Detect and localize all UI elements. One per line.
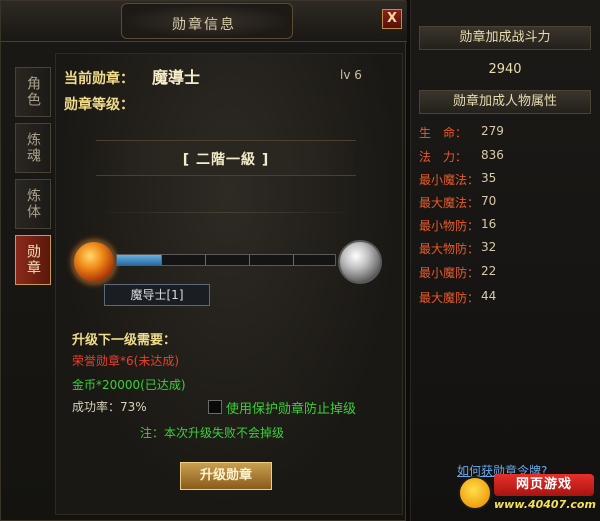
success-rate: 成功率：73% [72,400,147,414]
requirement-gold: 金币*20000(已达成) [72,378,186,392]
fire-orb-icon [72,240,116,284]
mascot-icon [458,476,492,510]
current-medal-label: 当前勋章： [64,71,134,87]
progress-fill [117,255,161,265]
progress-tick [293,255,294,265]
attr-name: 最小物防： [419,219,480,233]
watermark-url: www.40407.com [494,498,596,511]
medal-level-label: 勋章等级： [64,97,134,113]
medal-level: lv 6 [340,68,362,82]
protect-checkbox[interactable] [208,400,222,414]
attr-name: 最小魔法： [419,173,480,187]
medal-name: 魔導士 [152,68,201,87]
progress-tick [205,255,206,265]
attr-value: 279 [481,124,504,138]
attr-name: 最小魔防： [419,266,480,280]
power-value: 2940 [488,62,522,77]
progress-tick [161,255,162,265]
tab-medal[interactable]: 勋章 [15,235,51,285]
attr-name: 最大魔防： [419,291,480,305]
close-button[interactable]: X [382,9,402,29]
medal-window: 勋章信息 X 角色 炼魂 炼体 勋章 当前勋章： 魔導士 lv 6 勋章等级： … [0,0,407,521]
attr-value: 70 [481,194,497,208]
silver-orb-icon [338,240,382,284]
power-header: 勋章加成战斗力 [419,26,591,50]
attr-value: 32 [481,240,497,254]
attr-name: 最大物防： [419,242,480,256]
window-title: 勋章信息 [172,17,236,33]
requirements-title: 升级下一级需要： [72,333,177,348]
attr-name: 最大魔法： [419,196,480,210]
requirement-honor-medal: 荣誉勋章*6(未达成) [72,354,179,368]
attr-value: 22 [481,264,497,278]
attr-name: 生 命： [419,126,468,140]
progress-tick [249,255,250,265]
attr-value: 35 [481,171,497,185]
tab-character[interactable]: 角色 [15,67,51,117]
rank-box: [ 二階一級 ] [96,140,356,176]
attr-name: 法 力： [419,150,468,164]
tab-body-refine[interactable]: 炼体 [15,179,51,229]
attr-value: 16 [481,217,497,231]
watermark-brand: 网页游戏 [494,474,594,496]
upgrade-medal-button[interactable]: 升级勋章 [180,462,272,490]
title-bar: 勋章信息 X [1,1,407,42]
medal-progress-bar [116,254,336,266]
progress-tooltip: 魔导士[1] [104,284,210,306]
watermark-logo: 网页游戏 www.40407.com [456,470,596,518]
protect-label[interactable]: 使用保护勋章防止掉级 [226,398,356,417]
medal-content: 当前勋章： 魔導士 lv 6 勋章等级： [ 二階一級 ] 魔导士[1] 升级下… [55,53,403,515]
divider [96,212,356,213]
upgrade-note: 注：本次升级失败不会掉级 [140,426,285,440]
attribute-header: 勋章加成人物属性 [419,90,591,114]
bonus-panel: 勋章加成战斗力 2940 勋章加成人物属性 生 命： 279 法 力： 836 … [410,0,600,521]
rank-text: [ 二階一級 ] [182,152,270,168]
attr-value: 44 [481,289,497,303]
attr-value: 836 [481,148,504,162]
tab-soul-refine[interactable]: 炼魂 [15,123,51,173]
